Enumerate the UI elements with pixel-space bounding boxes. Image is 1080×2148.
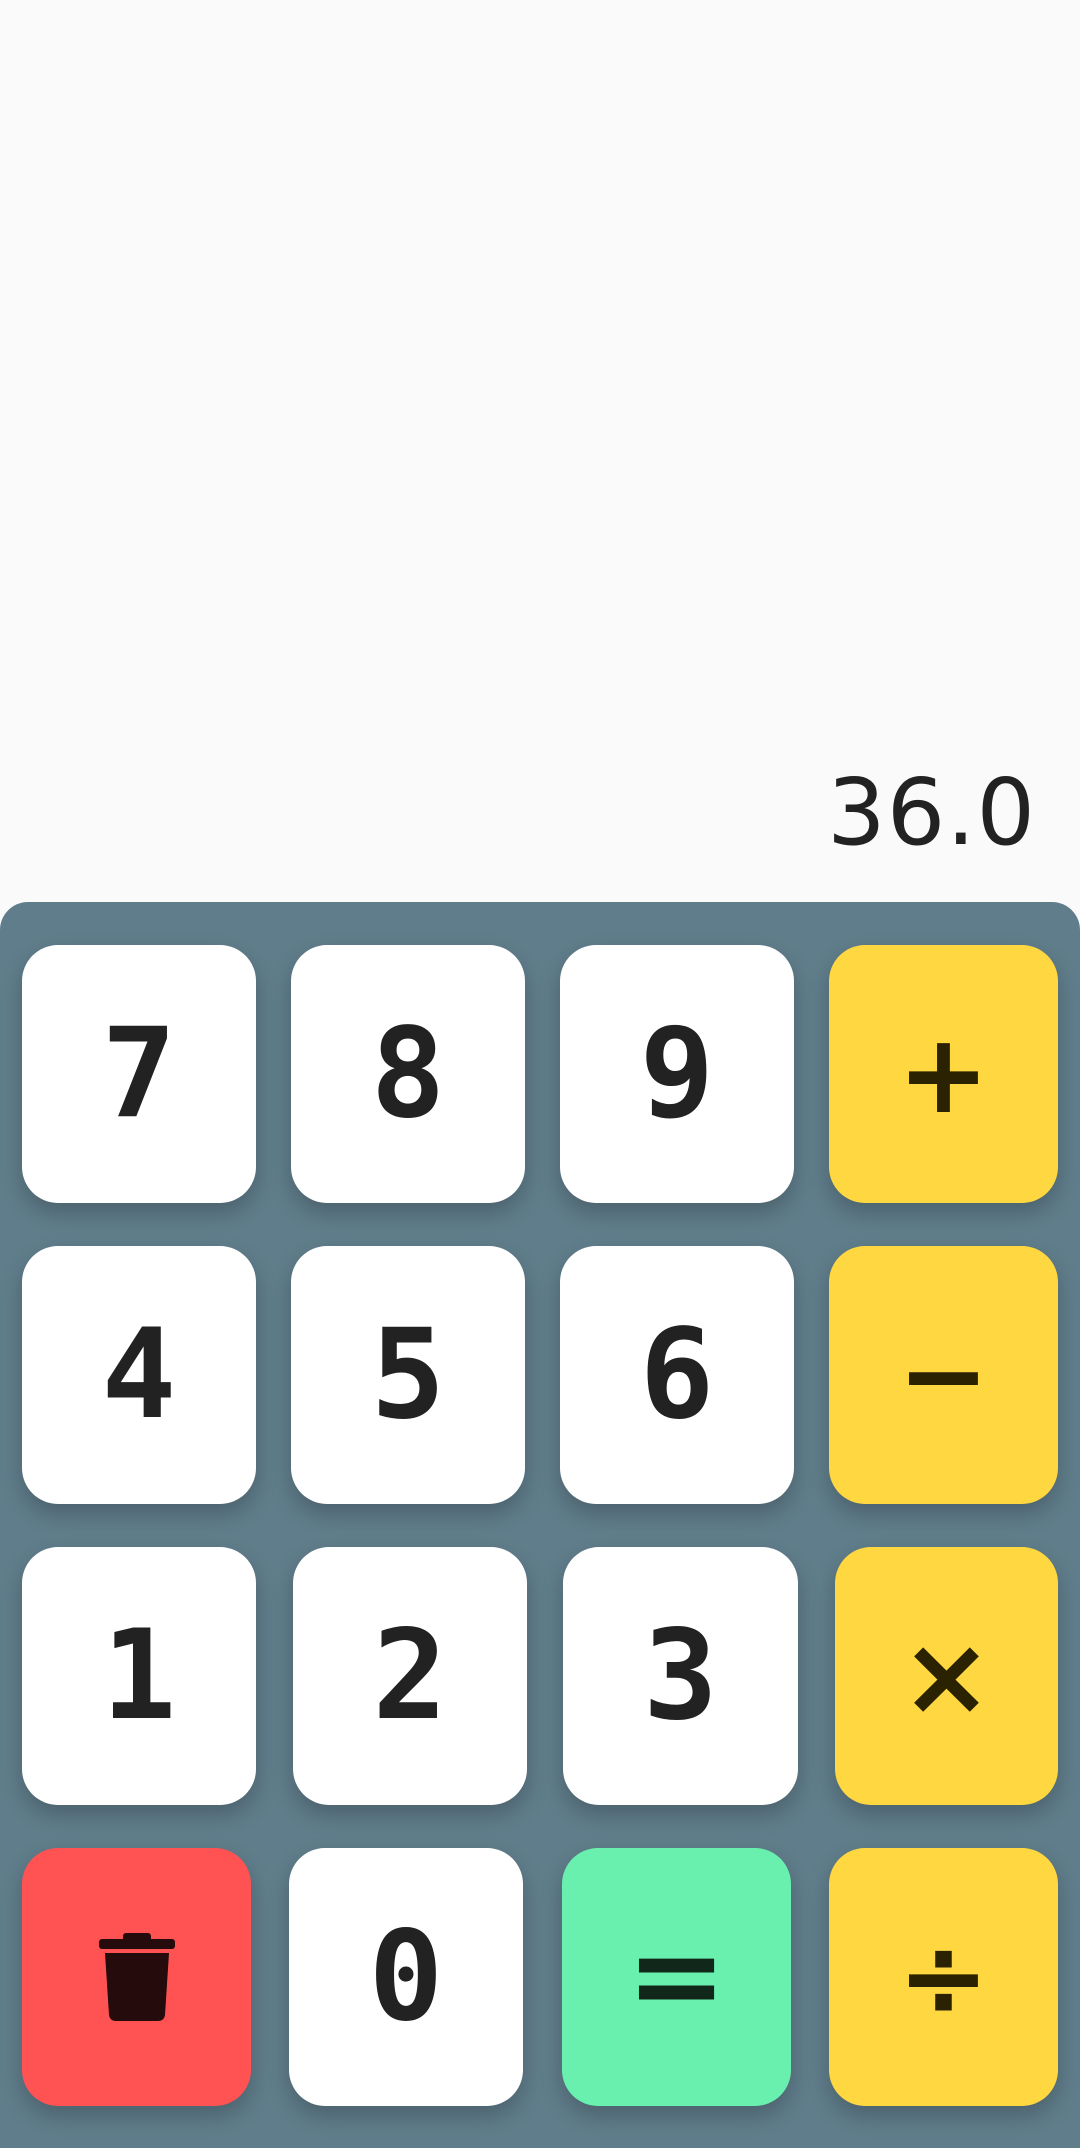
key-7-label: 7 — [101, 1002, 177, 1146]
key-1[interactable]: 1 — [22, 1547, 256, 1805]
key-6[interactable]: 6 — [560, 1246, 794, 1504]
equals-button[interactable]: = — [562, 1848, 791, 2106]
key-3[interactable]: 3 — [563, 1547, 798, 1805]
result-value: 36.0 — [827, 759, 1036, 866]
key-3-label: 3 — [643, 1604, 718, 1748]
key-9[interactable]: 9 — [560, 945, 794, 1203]
divide-label: ÷ — [897, 1913, 990, 2041]
key-8-label: 8 — [370, 1002, 446, 1146]
equals-label: = — [626, 1907, 727, 2046]
key-0[interactable]: 0 — [289, 1848, 523, 2106]
result-display: 36.0 — [0, 0, 1080, 902]
key-2-label: 2 — [372, 1604, 448, 1748]
minus-label: − — [897, 1311, 990, 1439]
plus-button[interactable]: + — [829, 945, 1058, 1203]
key-2[interactable]: 2 — [293, 1547, 527, 1805]
key-5[interactable]: 5 — [291, 1246, 525, 1504]
key-0-label: 0 — [368, 1905, 444, 2049]
key-8[interactable]: 8 — [291, 945, 525, 1203]
minus-button[interactable]: − — [829, 1246, 1058, 1504]
key-4-label: 4 — [101, 1303, 177, 1447]
multiply-button[interactable]: × — [835, 1547, 1058, 1805]
multiply-label: × — [900, 1612, 993, 1740]
key-1-label: 1 — [101, 1604, 177, 1748]
key-6-label: 6 — [639, 1303, 715, 1447]
key-4[interactable]: 4 — [22, 1246, 256, 1504]
trash-icon — [97, 1933, 177, 2021]
clear-button[interactable] — [22, 1848, 251, 2106]
plus-label: + — [897, 1010, 990, 1138]
divide-button[interactable]: ÷ — [829, 1848, 1058, 2106]
key-7[interactable]: 7 — [22, 945, 256, 1203]
key-5-label: 5 — [370, 1303, 446, 1447]
key-9-label: 9 — [639, 1002, 715, 1146]
